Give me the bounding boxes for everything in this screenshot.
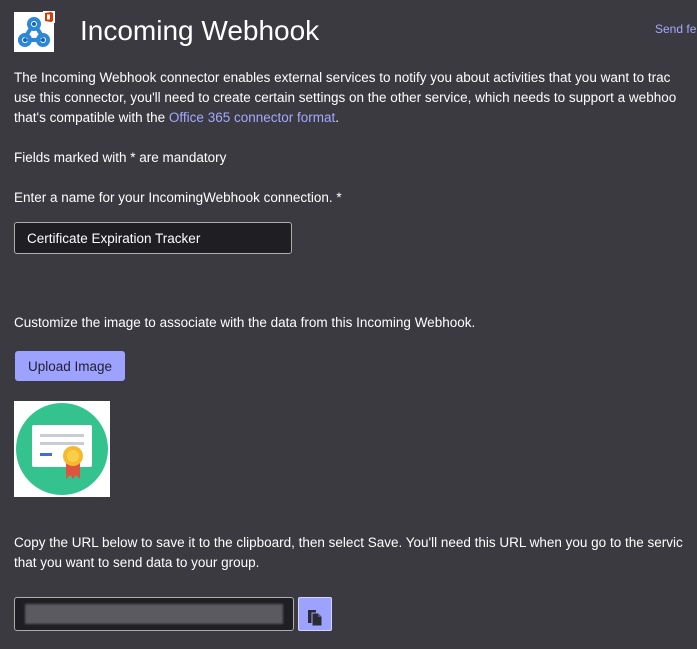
- image-section-label: Customize the image to associate with th…: [14, 315, 476, 330]
- connection-name-input[interactable]: [14, 222, 292, 254]
- header: Incoming Webhook Send fe: [14, 11, 697, 52]
- upload-image-button[interactable]: Upload Image: [15, 351, 125, 381]
- webhook-logo-icon: [14, 11, 55, 52]
- redacted-url: [25, 604, 283, 624]
- description-line-3: that's compatible with the Office 365 co…: [14, 108, 697, 128]
- page-title: Incoming Webhook: [80, 15, 320, 46]
- url-instructions-line-1: Copy the URL below to save it to the cli…: [14, 535, 683, 550]
- description-line-2: use this connector, you'll need to creat…: [14, 90, 677, 105]
- mandatory-note: Fields marked with * are mandatory: [14, 150, 227, 165]
- send-feedback-link[interactable]: Send fe: [655, 22, 696, 36]
- certificate-icon: [14, 401, 110, 497]
- url-instructions-line-2: that you want to send data to your group…: [14, 555, 260, 570]
- description-line-3-suffix: .: [335, 110, 340, 125]
- name-field-label: Enter a name for your IncomingWebhook co…: [14, 190, 342, 205]
- copy-url-button[interactable]: [298, 597, 332, 631]
- description-line-3-prefix: that's compatible with the: [14, 110, 169, 125]
- copy-icon: [299, 607, 331, 627]
- description-line-1: The Incoming Webhook connector enables e…: [14, 70, 671, 85]
- webhook-url-field[interactable]: [14, 597, 294, 631]
- office-badge-icon: [43, 11, 55, 23]
- description: The Incoming Webhook connector enables e…: [14, 68, 697, 128]
- office-365-connector-format-link[interactable]: Office 365 connector format: [169, 110, 335, 125]
